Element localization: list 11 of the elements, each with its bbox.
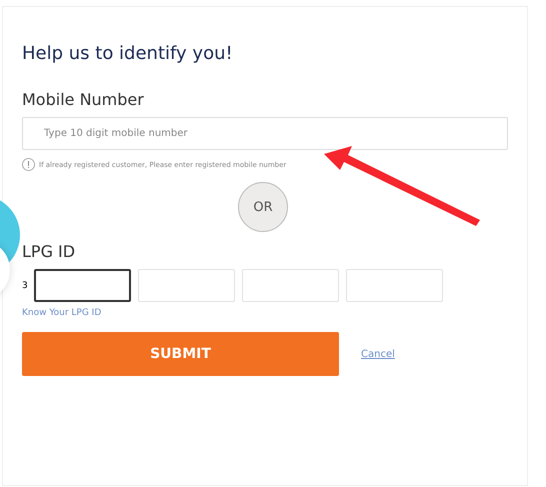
field-label: Mobile Number (22, 90, 145, 109)
info-icon (22, 158, 35, 171)
cancel-link[interactable]: Cancel (361, 348, 395, 360)
submit-button[interactable]: SUBMIT (22, 332, 339, 376)
prefix-digit: 3 (22, 280, 27, 290)
field-label: LPG ID (22, 242, 76, 261)
know-lpg-id-link[interactable]: Know Your LPG ID (22, 308, 508, 318)
mobile-number-field[interactable]: Type 10 digit mobile number (22, 117, 508, 150)
or-separator: OR (238, 182, 288, 232)
lpg-id-field[interactable] (34, 269, 131, 302)
form-heading: Help us to identify you! (22, 43, 234, 64)
